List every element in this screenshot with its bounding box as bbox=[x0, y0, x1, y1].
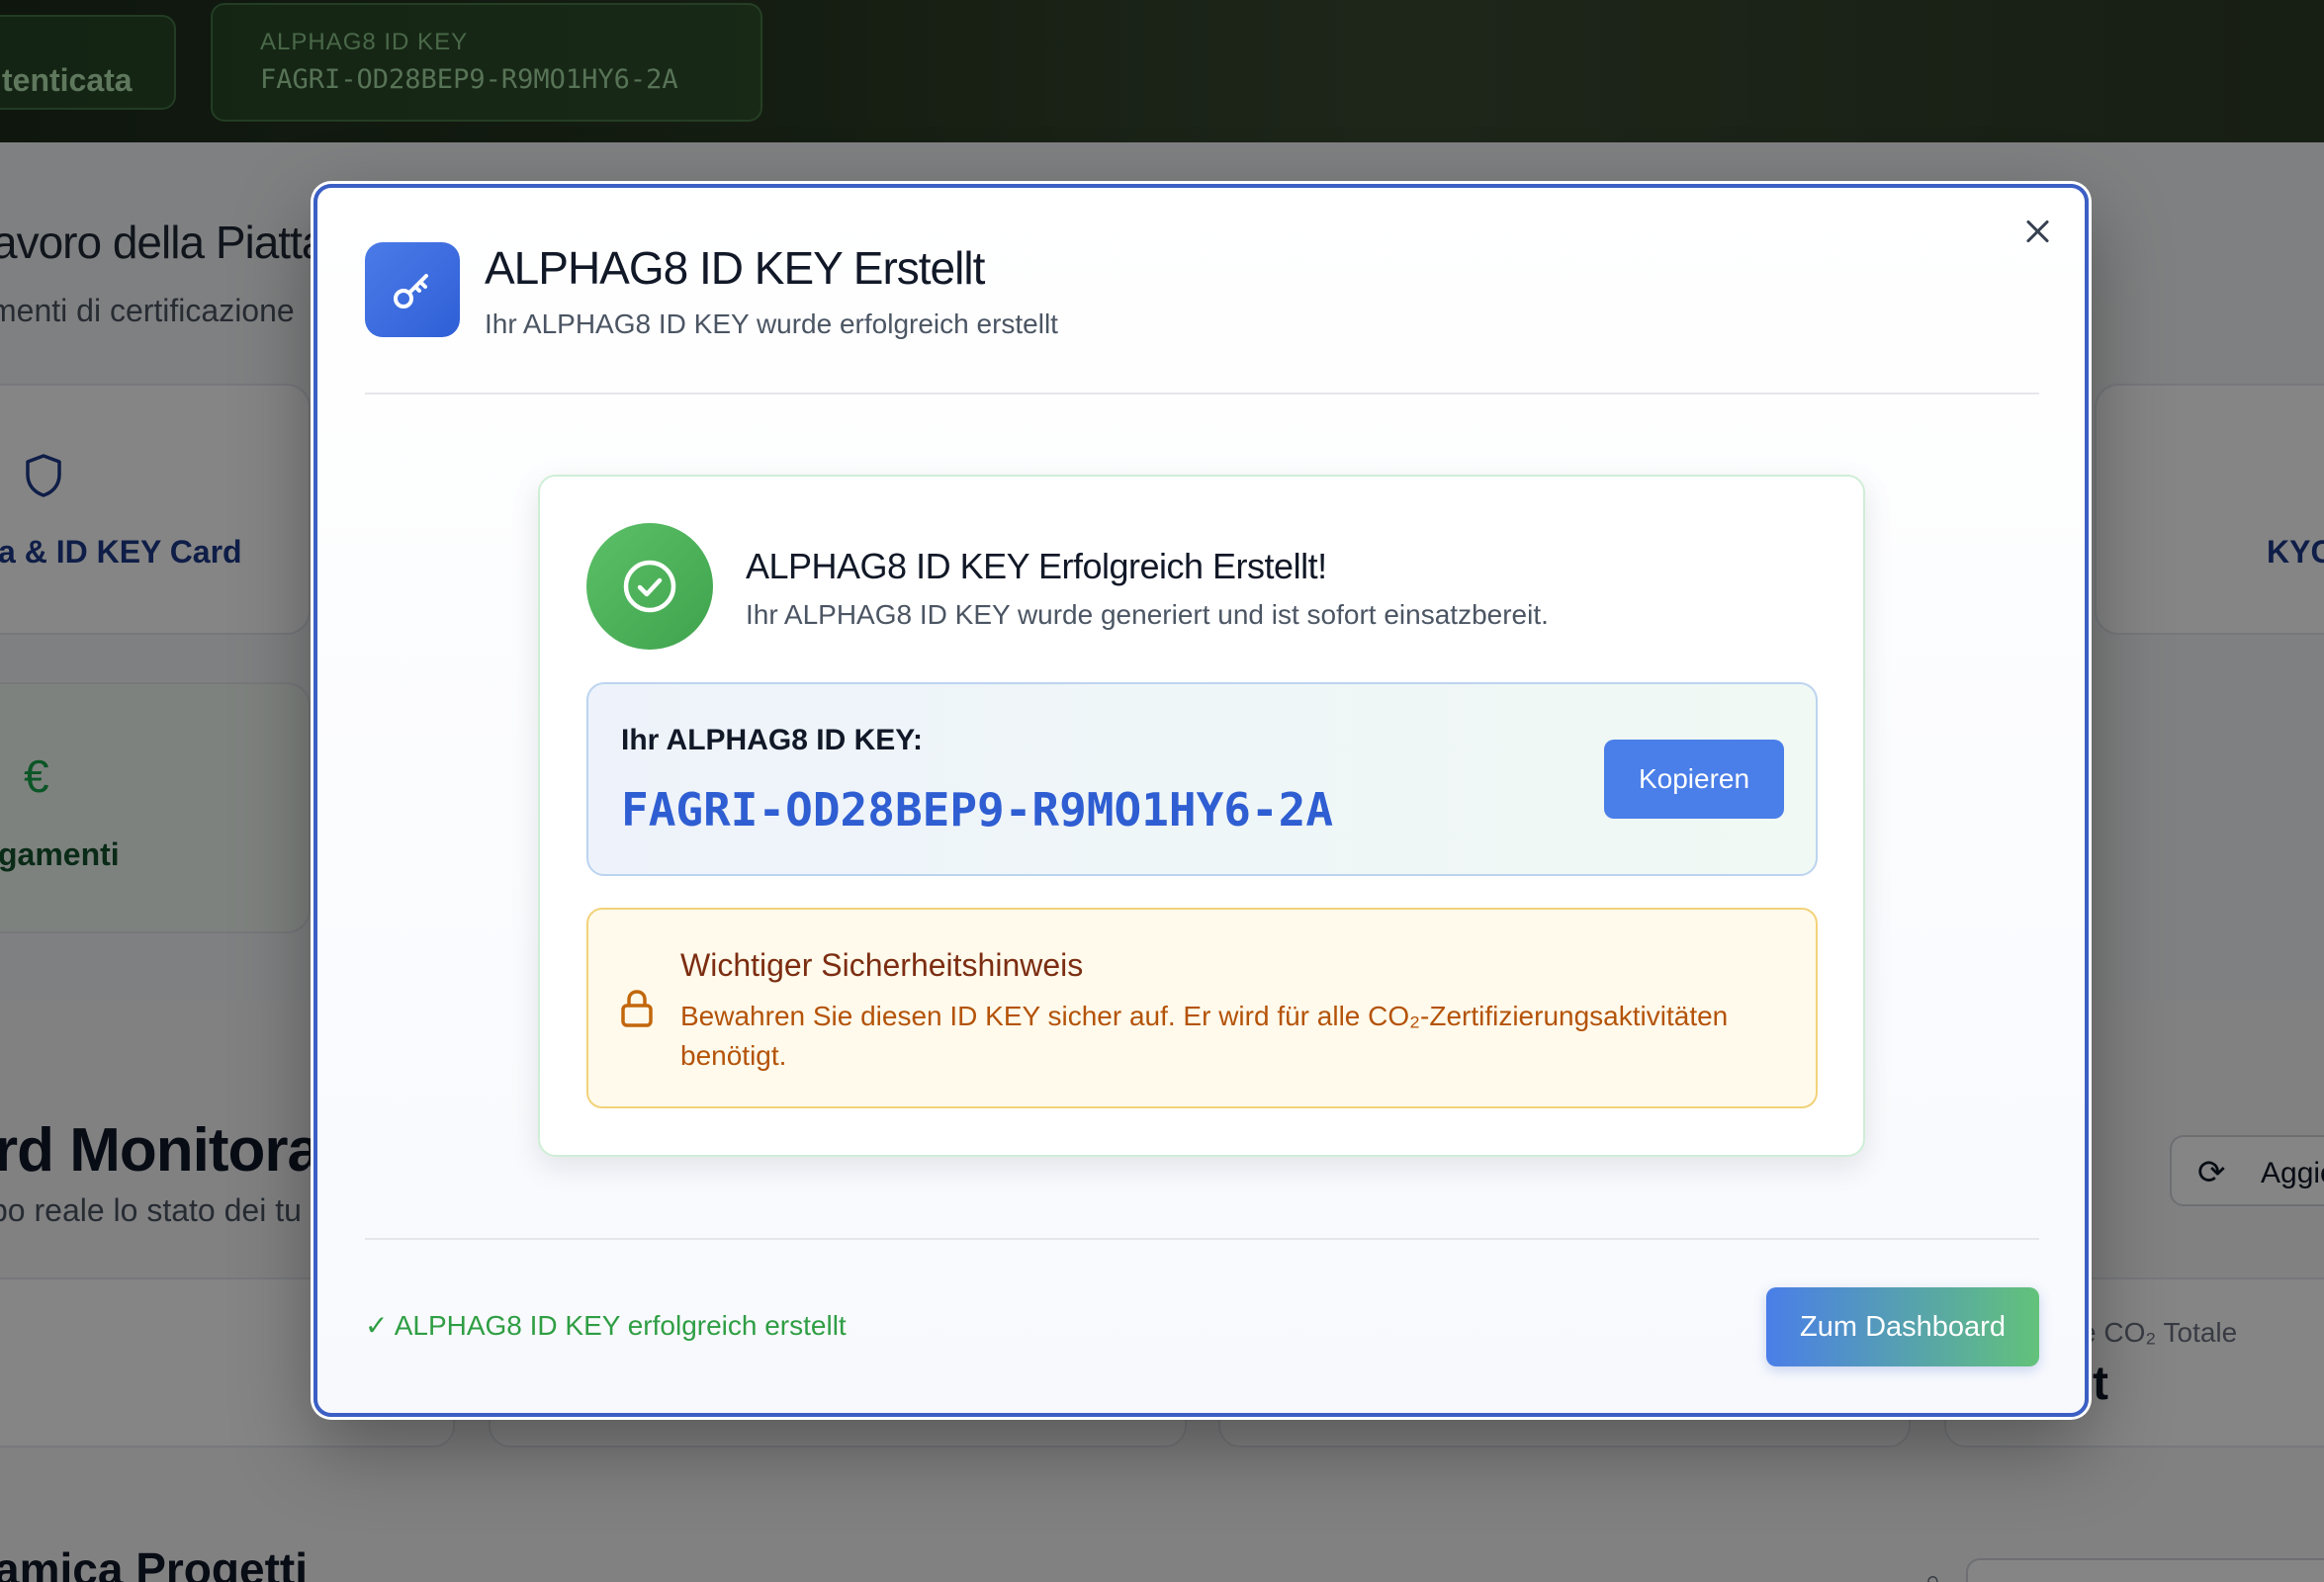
footer-divider bbox=[365, 1238, 2039, 1240]
close-icon[interactable] bbox=[2020, 214, 2056, 249]
footer-status: ✓ ALPHAG8 ID KEY erfolgreich erstellt bbox=[365, 1310, 847, 1341]
check-circle-icon bbox=[586, 523, 713, 650]
success-title: ALPHAG8 ID KEY Erfolgreich Erstellt! bbox=[746, 546, 1327, 586]
dashboard-button[interactable]: Zum Dashboard bbox=[1766, 1287, 2039, 1366]
lock-icon bbox=[620, 989, 654, 1028]
copy-button[interactable]: Kopieren bbox=[1604, 740, 1784, 819]
modal-title: ALPHAG8 ID KEY Erstellt bbox=[485, 242, 985, 294]
header-divider bbox=[365, 393, 2039, 395]
key-icon bbox=[365, 242, 460, 337]
success-subtitle: Ihr ALPHAG8 ID KEY wurde generiert und i… bbox=[746, 599, 1549, 630]
security-warning-title: Wichtiger Sicherheitshinweis bbox=[680, 947, 1084, 983]
modal-subtitle: Ihr ALPHAG8 ID KEY wurde erfolgreich ers… bbox=[485, 308, 1058, 339]
security-warning-text: Bewahren Sie diesen ID KEY sicher auf. E… bbox=[680, 1001, 1729, 1071]
id-key-value[interactable]: FAGRI-OD28BEP9-R9MO1HY6-2A bbox=[621, 783, 1333, 836]
id-key-label: Ihr ALPHAG8 ID KEY: bbox=[621, 724, 924, 756]
